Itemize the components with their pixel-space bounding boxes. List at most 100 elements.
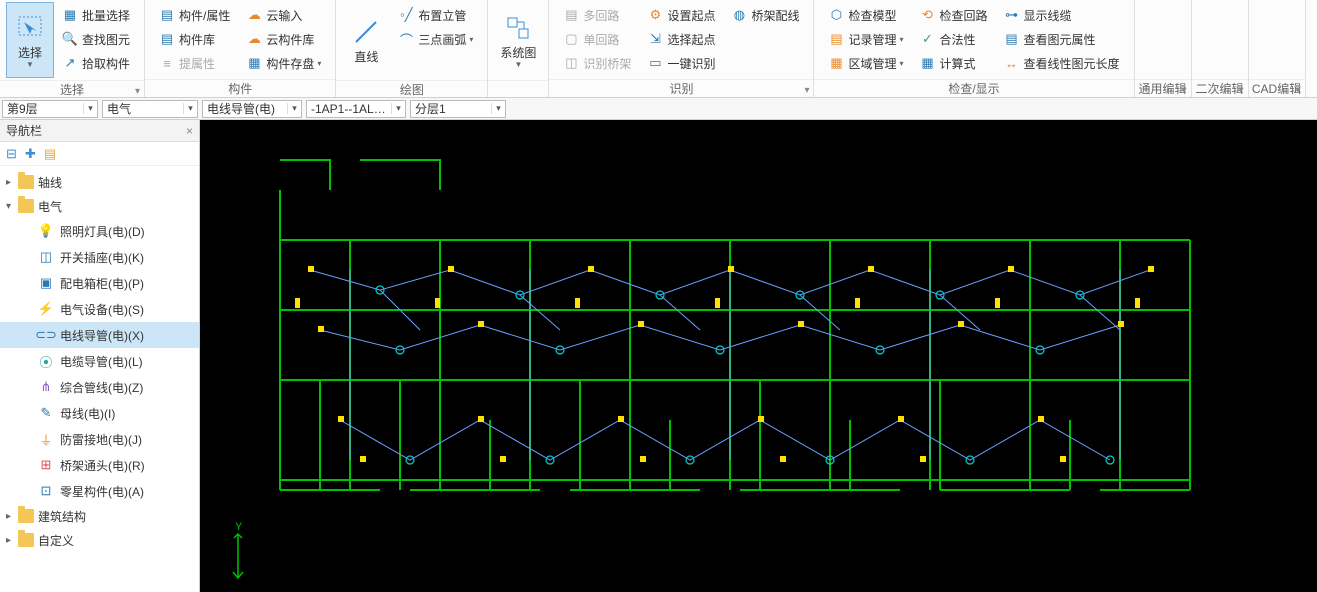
tray-wiring-button[interactable]: ◍桥架配线 [727, 4, 803, 26]
pick-component-button[interactable]: ↗拾取构件 [58, 52, 134, 74]
group-label-recognize: 识别▾ [549, 79, 813, 97]
riser-button[interactable]: ◦╱布置立管 [394, 4, 477, 26]
tree-leaf[interactable]: ⋔综合管线(电)(Z) [0, 374, 199, 400]
loop-icon: ▢ [563, 31, 579, 47]
tree-node[interactable]: ▸自定义 [0, 528, 199, 552]
check-icon: ✓ [920, 31, 936, 47]
switch-icon: ◫ [38, 249, 54, 265]
tree-leaf[interactable]: 💡照明灯具(电)(D) [0, 218, 199, 244]
chevron-down-icon: ▾ [899, 59, 903, 68]
note-icon[interactable]: ▤ [44, 146, 56, 162]
area-mgmt-button[interactable]: ▦区域管理▾ [824, 52, 907, 74]
tree-leaf[interactable]: ⦿电缆导管(电)(L) [0, 348, 199, 374]
find-element-button[interactable]: 🔍查找图元 [58, 28, 134, 50]
tree-leaf[interactable]: ◫ 开关插座(电)(K) [0, 244, 199, 270]
one-click-recognize-button[interactable]: ▭一键识别 [643, 52, 719, 74]
tree-leaf-label: 综合管线(电)(Z) [60, 379, 143, 396]
circuit-combo[interactable]: -1AP1--1ALE1▾ [306, 100, 406, 118]
cloud-icon: ☁ [246, 31, 262, 47]
category-combo[interactable]: 电气▾ [102, 100, 198, 118]
nav-title-bar: 导航栏 × [0, 120, 199, 142]
batch-select-button[interactable]: ▦批量选择 [58, 4, 134, 26]
tree-node[interactable]: ▸建筑结构 [0, 504, 199, 528]
tree-leaf[interactable]: ⊂⊃电线导管(电)(X) [0, 322, 199, 348]
chevron-down-icon: ▾ [469, 35, 473, 44]
ribbon-group-system: 系统图 ▼ [488, 0, 549, 97]
cloud-lib-button[interactable]: ☁云构件库 [242, 28, 325, 50]
nav-tree[interactable]: ▸轴线▾电气💡照明灯具(电)(D)◫开关插座(电)(K)▣配电箱柜(电)(P)⚡… [0, 166, 199, 592]
collapse-icon[interactable]: ⊟ [6, 146, 17, 162]
line-icon [350, 16, 382, 48]
ribbon-group-secondary-edit: 二次编辑▾ [1192, 0, 1249, 97]
tree-node[interactable]: ▸轴线 [0, 170, 199, 194]
multi-loop-button: ▤多回路 [559, 4, 635, 26]
save-icon: ▦ [246, 55, 262, 71]
chevron-down-icon[interactable]: ▾ [804, 82, 809, 100]
tree-leaf-label: 电气设备(电)(S) [60, 301, 144, 318]
chevron-down-icon: ▾ [287, 103, 301, 114]
choose-start-button[interactable]: ⇲选择起点 [643, 28, 719, 50]
tree-leaf-label: 开关插座(电)(K) [60, 249, 144, 266]
cloud-icon: ☁ [246, 7, 262, 23]
arc3pt-button[interactable]: ⌒三点画弧▾ [394, 28, 477, 50]
type-combo[interactable]: 电线导管(电)▾ [202, 100, 302, 118]
tree-leaf[interactable]: ⊡ 零星构件(电)(A) [0, 478, 199, 504]
nav-title-label: 导航栏 [6, 120, 42, 142]
tree-leaf-label: 零星构件(电)(A) [60, 483, 144, 500]
plug-icon: ⚡ [38, 301, 54, 317]
component-props-button[interactable]: ▤构件/属性 [155, 4, 234, 26]
tree-node-label: 电气 [38, 198, 62, 215]
line-button[interactable]: 直线 [342, 2, 390, 78]
close-icon[interactable]: × [186, 120, 193, 142]
group-label-component: 构件 [145, 79, 335, 97]
folder-icon [18, 533, 34, 547]
tree-node[interactable]: ▾电气 [0, 194, 199, 218]
record-mgmt-button[interactable]: ▤记录管理▾ [824, 28, 907, 50]
component-lib-button[interactable]: ▤构件库 [155, 28, 234, 50]
tree-leaf[interactable]: ✎母线(电)(I) [0, 400, 199, 426]
system-diagram-button[interactable]: 系统图 ▼ [494, 2, 542, 78]
extract-props-button: ≡提属性 [155, 52, 234, 74]
props-icon: ≡ [159, 55, 175, 71]
select-button[interactable]: 选择 ▼ [6, 2, 54, 78]
tree-leaf-label: 桥架通头(电)(R) [60, 457, 145, 474]
chevron-down-icon: ▾ [1296, 82, 1301, 100]
check-loop-button[interactable]: ⟲检查回路 [916, 4, 992, 26]
formula-button[interactable]: ▦计算式 [916, 52, 992, 74]
chevron-down-icon: ▾ [899, 35, 903, 44]
show-cable-button[interactable]: ⊶显示线缆 [1000, 4, 1124, 26]
recognize-tray-button: ◫识别桥架 [559, 52, 635, 74]
chevron-down-icon: ▼ [26, 60, 34, 69]
cloud-input-button[interactable]: ☁云输入 [242, 4, 325, 26]
auto-icon: ▭ [647, 55, 663, 71]
search-icon: 🔍 [62, 31, 78, 47]
floor-combo[interactable]: 第9层▾ [2, 100, 98, 118]
gear-icon: ⚙ [647, 7, 663, 23]
layer-combo[interactable]: 分层1▾ [410, 100, 506, 118]
group-label-edit3[interactable]: CAD编辑▾ [1249, 79, 1305, 97]
misc-icon: ⊡ [38, 483, 54, 499]
ribbon-group-check: ⬡检查模型 ▤记录管理▾ ▦区域管理▾ ⟲检查回路 ✓合法性 ▦计算式 ⊶显示线… [814, 0, 1134, 97]
chevron-down-icon[interactable]: ▾ [135, 83, 140, 101]
set-start-button[interactable]: ⚙设置起点 [643, 4, 719, 26]
validity-button[interactable]: ✓合法性 [916, 28, 992, 50]
tree-leaf[interactable]: ⚡ 电气设备(电)(S) [0, 296, 199, 322]
ribbon: 选择 ▼ ▦批量选择 🔍查找图元 ↗拾取构件 选择▾ ▤构件/属性 ▤构件库 ≡… [0, 0, 1317, 98]
component-save-button[interactable]: ▦构件存盘▾ [242, 52, 325, 74]
riser-icon: ◦╱ [398, 7, 414, 23]
tree-leaf-label: 照明灯具(电)(D) [60, 223, 145, 240]
tree-leaf[interactable]: ⊞桥架通头(电)(R) [0, 452, 199, 478]
ribbon-group-select: 选择 ▼ ▦批量选择 🔍查找图元 ↗拾取构件 选择▾ [0, 0, 145, 97]
view-props-button[interactable]: ▤查看图元属性 [1000, 28, 1124, 50]
props-icon: ▤ [1004, 31, 1020, 47]
expand-icon[interactable]: ✚ [25, 146, 36, 162]
ribbon-group-cad-edit: CAD编辑▾ [1249, 0, 1306, 97]
group-label-edit2[interactable]: 二次编辑▾ [1192, 79, 1248, 97]
check-model-button[interactable]: ⬡检查模型 [824, 4, 907, 26]
drawing-canvas[interactable]: Y [200, 120, 1317, 592]
group-label-edit1[interactable]: 通用编辑▾ [1135, 79, 1191, 97]
tree-leaf[interactable]: ▣配电箱柜(电)(P) [0, 270, 199, 296]
pick-icon: ↗ [62, 55, 78, 71]
view-length-button[interactable]: ↔查看线性图元长度 [1000, 52, 1124, 74]
tree-leaf[interactable]: ⏚防雷接地(电)(J) [0, 426, 199, 452]
